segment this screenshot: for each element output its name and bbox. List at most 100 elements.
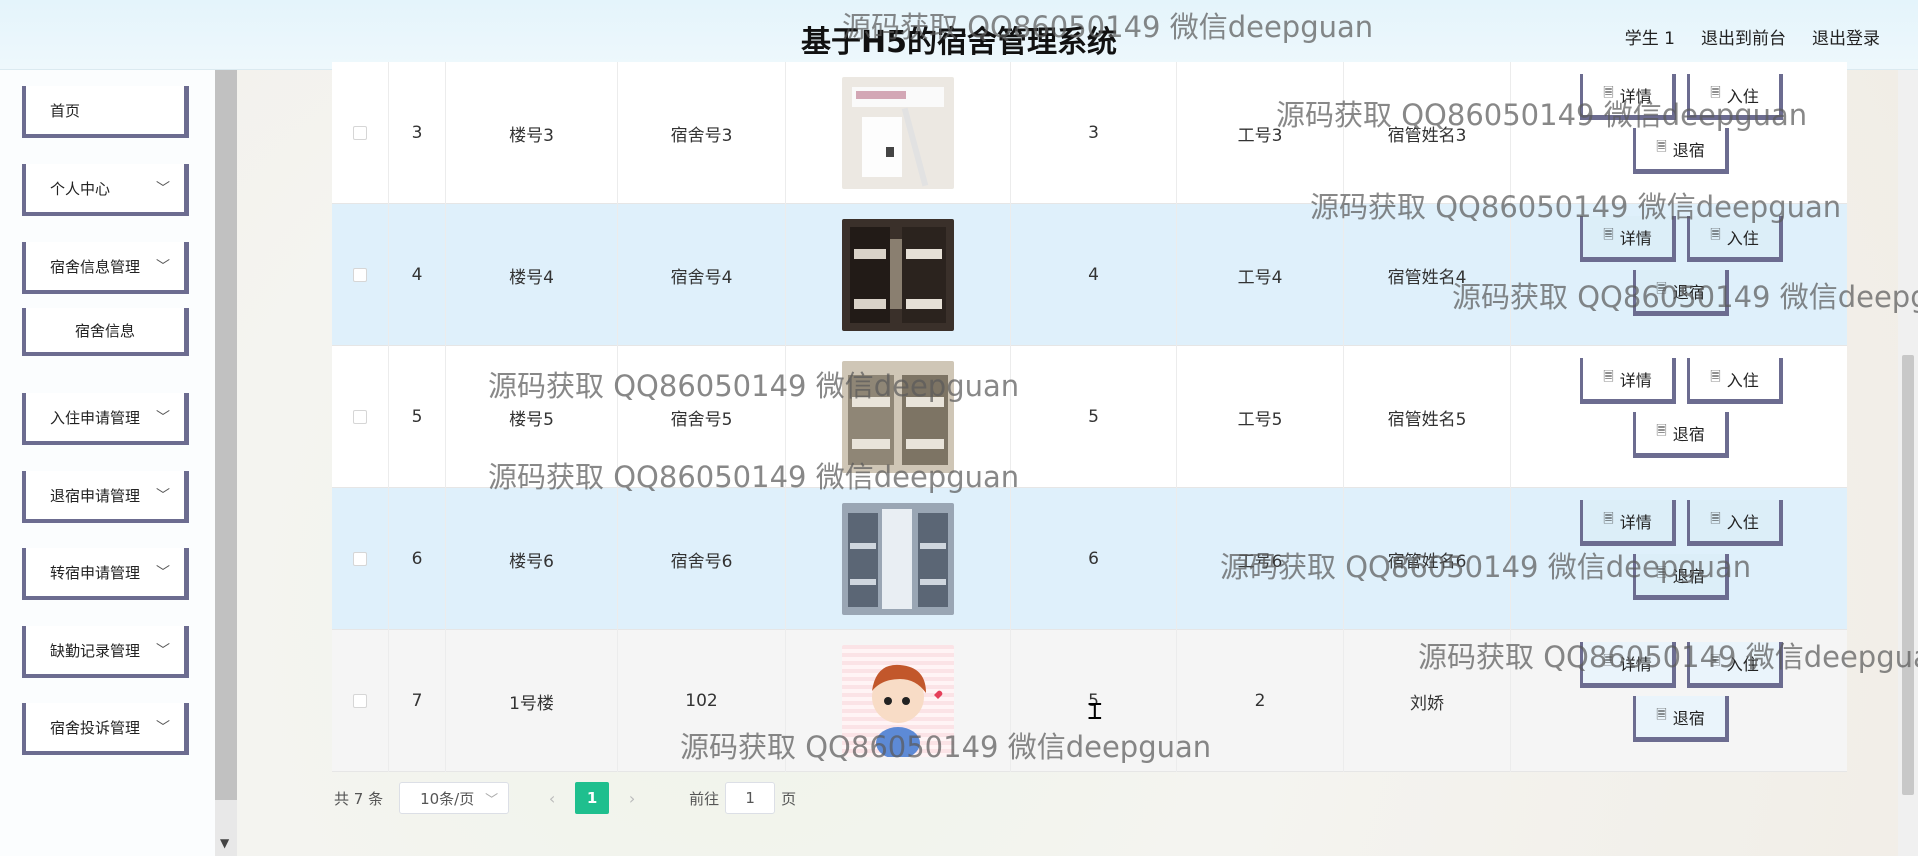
back-to-front-link[interactable]: 退出到前台 bbox=[1701, 24, 1786, 49]
page-size-select[interactable]: 10条/页 ﹀ bbox=[399, 782, 510, 814]
dorm-photo[interactable] bbox=[842, 645, 954, 757]
table-row: 5 楼号5 宿舍号5 5 工号5 宿管姓名5 🗏 详情 🗏 入住 🗏 退宿 bbox=[332, 346, 1847, 488]
sidebar-item-checkin-application[interactable]: 入住申请管理 ﹀ bbox=[22, 393, 189, 445]
top-header: 基于H5的宿舍管理系统 学生 1 退出到前台 退出登录 bbox=[0, 0, 1918, 70]
row-checkbox-cell bbox=[332, 204, 389, 346]
row-checkbox[interactable] bbox=[353, 694, 367, 708]
document-icon: 🗏 bbox=[1603, 653, 1614, 669]
sidebar-item-checkout-application[interactable]: 退宿申请管理 ﹀ bbox=[22, 471, 189, 523]
photo-cell bbox=[786, 630, 1011, 772]
total-count: 共 7 条 bbox=[334, 789, 384, 808]
detail-button[interactable]: 🗏 详情 bbox=[1580, 216, 1676, 262]
index-cell: 3 bbox=[389, 62, 446, 204]
checkout-button[interactable]: 🗏 退宿 bbox=[1633, 696, 1729, 742]
sidebar-item-dorm-info-management[interactable]: 宿舍信息管理 ﹀ bbox=[22, 242, 189, 294]
goto-suffix: 页 bbox=[781, 789, 797, 808]
document-icon: 🗏 bbox=[1603, 369, 1614, 385]
dorm-photo[interactable] bbox=[842, 219, 954, 331]
beds-cell: 4 bbox=[1011, 204, 1177, 346]
checkout-button[interactable]: 🗏 退宿 bbox=[1633, 128, 1729, 174]
pagination: 共 7 条 10条/页 ﹀ ‹ 1 › 前往 1 页 bbox=[334, 778, 796, 818]
detail-button[interactable]: 🗏 详情 bbox=[1580, 358, 1676, 404]
chevron-down-icon: ﹀ bbox=[156, 259, 170, 275]
sidebar-subitem-dorm-info[interactable]: 宿舍信息 bbox=[22, 308, 189, 356]
page-scrollbar[interactable] bbox=[1898, 70, 1918, 856]
sidebar-item-label: 宿舍信息 bbox=[74, 321, 135, 340]
scroll-down-arrow-icon[interactable]: ▼ bbox=[220, 836, 229, 850]
next-page-button[interactable]: › bbox=[615, 782, 649, 814]
row-checkbox[interactable] bbox=[353, 126, 367, 140]
checkin-button[interactable]: 🗏 入住 bbox=[1687, 642, 1783, 688]
document-icon: 🗏 bbox=[1710, 653, 1721, 669]
checkin-button[interactable]: 🗏 入住 bbox=[1687, 500, 1783, 546]
building-cell: 楼号3 bbox=[446, 62, 618, 204]
chevron-left-icon: ‹ bbox=[548, 788, 556, 808]
dorm-photo[interactable] bbox=[842, 77, 954, 189]
page-number-button[interactable]: 1 bbox=[575, 782, 610, 814]
actions-cell: 🗏 详情 🗏 入住 🗏 退宿 bbox=[1511, 488, 1847, 630]
staff-name-cell: 宿管姓名4 bbox=[1344, 204, 1511, 346]
row-checkbox-cell bbox=[332, 630, 389, 772]
row-checkbox[interactable] bbox=[353, 410, 367, 424]
beds-cell: 5 bbox=[1011, 346, 1177, 488]
actions-cell: 🗏 详情 🗏 入住 🗏 退宿 bbox=[1511, 204, 1847, 346]
document-icon: 🗏 bbox=[1710, 369, 1721, 385]
detail-button[interactable]: 🗏 详情 bbox=[1580, 642, 1676, 688]
sidebar-item-dorm-complaints[interactable]: 宿舍投诉管理 ﹀ bbox=[22, 703, 189, 755]
checkout-button[interactable]: 🗏 退宿 bbox=[1633, 554, 1729, 600]
checkin-button[interactable]: 🗏 入住 bbox=[1687, 216, 1783, 262]
chevron-down-icon: ﹀ bbox=[156, 720, 170, 736]
table-row: 4 楼号4 宿舍号4 4 工号4 宿管姓名4 🗏 详情 🗏 入住 🗏 退宿 bbox=[332, 204, 1847, 346]
photo-cell bbox=[786, 346, 1011, 488]
building-cell: 楼号6 bbox=[446, 488, 618, 630]
chevron-down-icon: ﹀ bbox=[156, 565, 170, 581]
checkin-button[interactable]: 🗏 入住 bbox=[1687, 358, 1783, 404]
row-checkbox[interactable] bbox=[353, 552, 367, 566]
sidebar-item-label: 缺勤记录管理 bbox=[50, 641, 141, 660]
goto-page-input[interactable]: 1 bbox=[725, 782, 776, 814]
actions-cell: 🗏 详情 🗏 入住 🗏 退宿 bbox=[1511, 62, 1847, 204]
beds-cell: 6 bbox=[1011, 488, 1177, 630]
index-cell: 7 bbox=[389, 630, 446, 772]
user-links: 学生 1 退出到前台 退出登录 bbox=[1625, 24, 1880, 49]
table-row: 6 楼号6 宿舍号6 6 工号6 宿管姓名6 🗏 详情 🗏 入住 🗏 退宿 bbox=[332, 488, 1847, 630]
room-cell: 宿舍号4 bbox=[618, 204, 786, 346]
room-cell: 宿舍号6 bbox=[618, 488, 786, 630]
document-icon: 🗏 bbox=[1656, 281, 1667, 297]
chevron-down-icon: ﹀ bbox=[156, 488, 170, 504]
sidebar-item-home[interactable]: 首页 bbox=[22, 86, 189, 138]
sidebar-item-personal-center[interactable]: 个人中心 ﹀ bbox=[22, 164, 189, 216]
checkout-button[interactable]: 🗏 退宿 bbox=[1633, 270, 1729, 316]
building-cell: 1号楼 bbox=[446, 630, 618, 772]
index-cell: 6 bbox=[389, 488, 446, 630]
sidebar-item-label: 退宿申请管理 bbox=[50, 486, 141, 505]
sidebar-item-absence-records[interactable]: 缺勤记录管理 ﹀ bbox=[22, 626, 189, 678]
detail-button[interactable]: 🗏 详情 bbox=[1580, 500, 1676, 546]
checkout-button[interactable]: 🗏 退宿 bbox=[1633, 412, 1729, 458]
document-icon: 🗏 bbox=[1656, 139, 1667, 155]
document-icon: 🗏 bbox=[1710, 227, 1721, 243]
document-icon: 🗏 bbox=[1710, 85, 1721, 101]
staff-name-cell: 刘娇 bbox=[1344, 630, 1511, 772]
dorm-photo[interactable] bbox=[842, 503, 954, 615]
logout-link[interactable]: 退出登录 bbox=[1812, 24, 1880, 49]
detail-button[interactable]: 🗏 详情 bbox=[1580, 74, 1676, 120]
photo-cell bbox=[786, 488, 1011, 630]
staff-name-cell: 宿管姓名6 bbox=[1344, 488, 1511, 630]
sidebar-scrollbar[interactable]: ▼ bbox=[215, 70, 237, 856]
document-icon: 🗏 bbox=[1603, 227, 1614, 243]
checkin-button[interactable]: 🗏 入住 bbox=[1687, 74, 1783, 120]
document-icon: 🗏 bbox=[1603, 85, 1614, 101]
prev-page-button[interactable]: ‹ bbox=[535, 782, 569, 814]
row-checkbox[interactable] bbox=[353, 268, 367, 282]
document-icon: 🗏 bbox=[1656, 707, 1667, 723]
current-user-link[interactable]: 学生 1 bbox=[1625, 24, 1675, 49]
building-cell: 楼号5 bbox=[446, 346, 618, 488]
scrollbar-thumb[interactable] bbox=[215, 70, 237, 800]
dorm-photo[interactable] bbox=[842, 361, 954, 473]
document-icon: 🗏 bbox=[1656, 565, 1667, 581]
scrollbar-thumb[interactable] bbox=[1902, 355, 1914, 795]
chevron-down-icon: ﹀ bbox=[156, 410, 170, 426]
staff-no-cell: 2 bbox=[1177, 630, 1344, 772]
sidebar-item-transfer-application[interactable]: 转宿申请管理 ﹀ bbox=[22, 548, 189, 600]
